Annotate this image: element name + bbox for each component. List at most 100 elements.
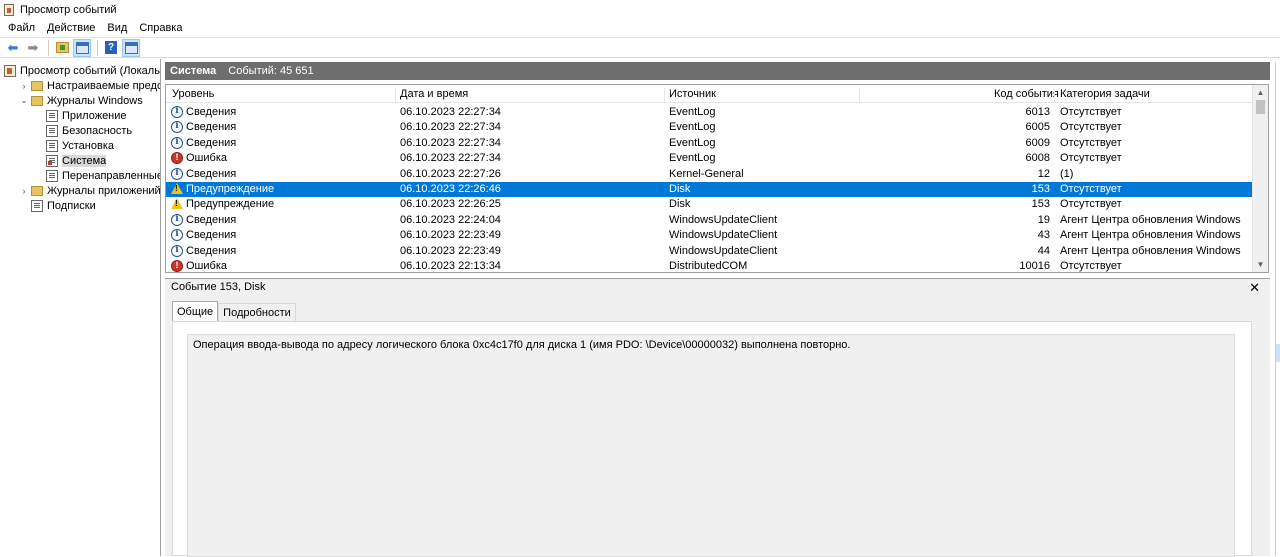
tree-node-label: Подписки [47,199,96,212]
tree-node-label: Настраиваемые представления [47,79,160,92]
table-row[interactable]: Сведения 06.10.2023 22:24:04 WindowsUpdate… [166,213,1253,228]
event-detail-title: Событие 153, Disk [171,281,266,293]
expand-chevron-icon[interactable]: › [19,81,29,91]
column-divider[interactable] [859,88,860,102]
tree-node[interactable]: › Настраиваемые представления [19,78,161,93]
back-arrow-icon[interactable]: ⬅ [4,39,22,57]
cell-source: Disk [669,198,691,211]
event-description[interactable]: Операция ввода-вывода по адресу логическ… [187,334,1235,557]
cell-datetime: 06.10.2023 22:27:34 [400,106,501,118]
show-action-pane-button[interactable] [122,38,140,57]
cell-level: Сведения [186,136,237,149]
table-row[interactable]: Предупреждение 06.10.2023 22:26:25 Disk 153… [166,197,1253,212]
log-icon [46,109,58,122]
tree-node[interactable]: Приложение [34,108,127,123]
menu-action[interactable]: Действие [41,22,101,34]
tree-node-label: Система [62,154,107,167]
table-row[interactable]: Сведения 06.10.2023 22:27:34 EventLog 6013 О… [166,105,1253,120]
help-button[interactable]: ? [102,39,120,57]
forward-arrow-icon[interactable]: ➡ [24,39,42,57]
cell-category: (1) [1060,167,1074,180]
column-level[interactable]: Уровень [172,88,214,100]
column-headers: Уровень Дата и время Источник Код событи… [166,85,1253,103]
log-name: Система [170,65,217,77]
expand-chevron-icon[interactable]: › [19,186,29,196]
show-tree-button[interactable] [73,38,91,57]
tree-node[interactable]: ⌄ Журналы Windows [19,93,143,108]
scroll-down-icon[interactable]: ▼ [1253,257,1268,272]
expand-chevron-icon[interactable]: ⌄ [19,95,29,106]
close-icon[interactable]: ✕ [1249,280,1260,296]
cell-category: Отсутствует [1060,121,1122,134]
folder-icon [31,80,43,91]
cell-level: Сведения [186,106,237,118]
menu-help[interactable]: Справка [133,22,188,34]
action-pane-edge [1275,62,1280,556]
tree-node[interactable]: Безопасность [34,123,132,138]
table-row[interactable]: Ошибка 06.10.2023 22:27:34 EventLog 6008 Отс… [166,151,1253,166]
column-datetime[interactable]: Дата и время [400,88,468,100]
cell-datetime: 06.10.2023 22:24:04 [400,213,501,226]
info-icon [171,121,183,134]
table-row[interactable]: Ошибка 06.10.2023 22:13:34 DistributedCOM 1… [166,259,1253,272]
cell-datetime: 06.10.2023 22:23:49 [400,229,501,242]
tree-node[interactable]: Система [34,153,107,168]
table-row[interactable]: Сведения 06.10.2023 22:27:26 Kernel-Genera… [166,167,1253,182]
cell-source: EventLog [669,136,716,149]
tree-node[interactable]: Установка [34,138,114,153]
up-folder-button[interactable] [53,39,71,57]
event-detail-pane: Общие Подробности Операция ввода-вывода … [165,295,1270,557]
event-count: Событий: 45 651 [228,65,314,77]
tree-node-label: Просмотр событий (Локальный) [20,64,160,77]
info-icon [171,229,183,242]
menu-file[interactable]: Файл [2,22,41,34]
column-divider[interactable] [1054,88,1055,102]
folder-icon [31,185,43,196]
tree-node[interactable]: Перенаправленные события [34,168,160,183]
table-row[interactable]: Сведения 06.10.2023 22:27:34 EventLog 6009 О… [166,136,1253,151]
cell-source: Disk [669,183,691,195]
cell-category: Отсутствует [1060,198,1122,211]
folder-up-icon [55,42,69,53]
cell-source: WindowsUpdateClient [669,229,778,242]
error-icon [171,260,183,272]
cell-event-id: 6013 [1025,106,1050,118]
menu-view[interactable]: Вид [101,22,133,34]
cell-level: Сведения [186,213,237,226]
cell-datetime: 06.10.2023 22:27:26 [400,167,501,180]
tree-node[interactable]: › Журналы приложений и служб [19,183,161,198]
table-row[interactable]: Предупреждение 06.10.2023 22:26:46 Disk 153… [166,182,1253,197]
error-icon [171,152,183,165]
log-icon [46,139,58,152]
column-divider[interactable] [664,88,665,102]
cell-category: Отсутствует [1060,260,1122,272]
cell-datetime: 06.10.2023 22:26:25 [400,198,501,211]
events-grid: Уровень Дата и время Источник Код событи… [165,84,1269,273]
log-icon [46,169,58,182]
tree-node[interactable]: Просмотр событий (Локальный) [4,63,160,78]
cell-level: Сведения [186,229,237,242]
table-row[interactable]: Сведения 06.10.2023 22:27:34 EventLog 6005 О… [166,120,1253,135]
warning-icon [171,198,183,210]
cell-source: DistributedCOM [669,260,748,272]
help-icon: ? [105,41,117,54]
scroll-thumb[interactable] [1256,100,1265,114]
grid-scrollbar[interactable]: ▲ ▼ [1252,85,1268,272]
tab-details[interactable]: Подробности [218,303,296,321]
cell-datetime: 06.10.2023 22:26:46 [400,183,501,195]
table-row[interactable]: Сведения 06.10.2023 22:23:49 WindowsUpdate… [166,244,1253,259]
tree-node-label: Безопасность [62,124,133,137]
column-source[interactable]: Источник [669,88,716,100]
cell-event-id: 43 [1037,229,1050,242]
toolbar-separator [48,39,49,56]
table-row[interactable]: Сведения 06.10.2023 22:23:49 WindowsUpdate… [166,228,1253,243]
scroll-up-icon[interactable]: ▲ [1253,85,1268,100]
log-icon [31,199,43,212]
action-pane-scroll-mark[interactable] [1276,344,1280,362]
column-category[interactable]: Категория задачи [1060,88,1150,100]
tree-node[interactable]: Подписки [19,198,96,213]
tab-general[interactable]: Общие [172,301,219,321]
column-event-id[interactable]: Код события [994,88,1059,100]
column-divider[interactable] [395,88,396,102]
detail-tabs: Общие Подробности [172,301,296,321]
